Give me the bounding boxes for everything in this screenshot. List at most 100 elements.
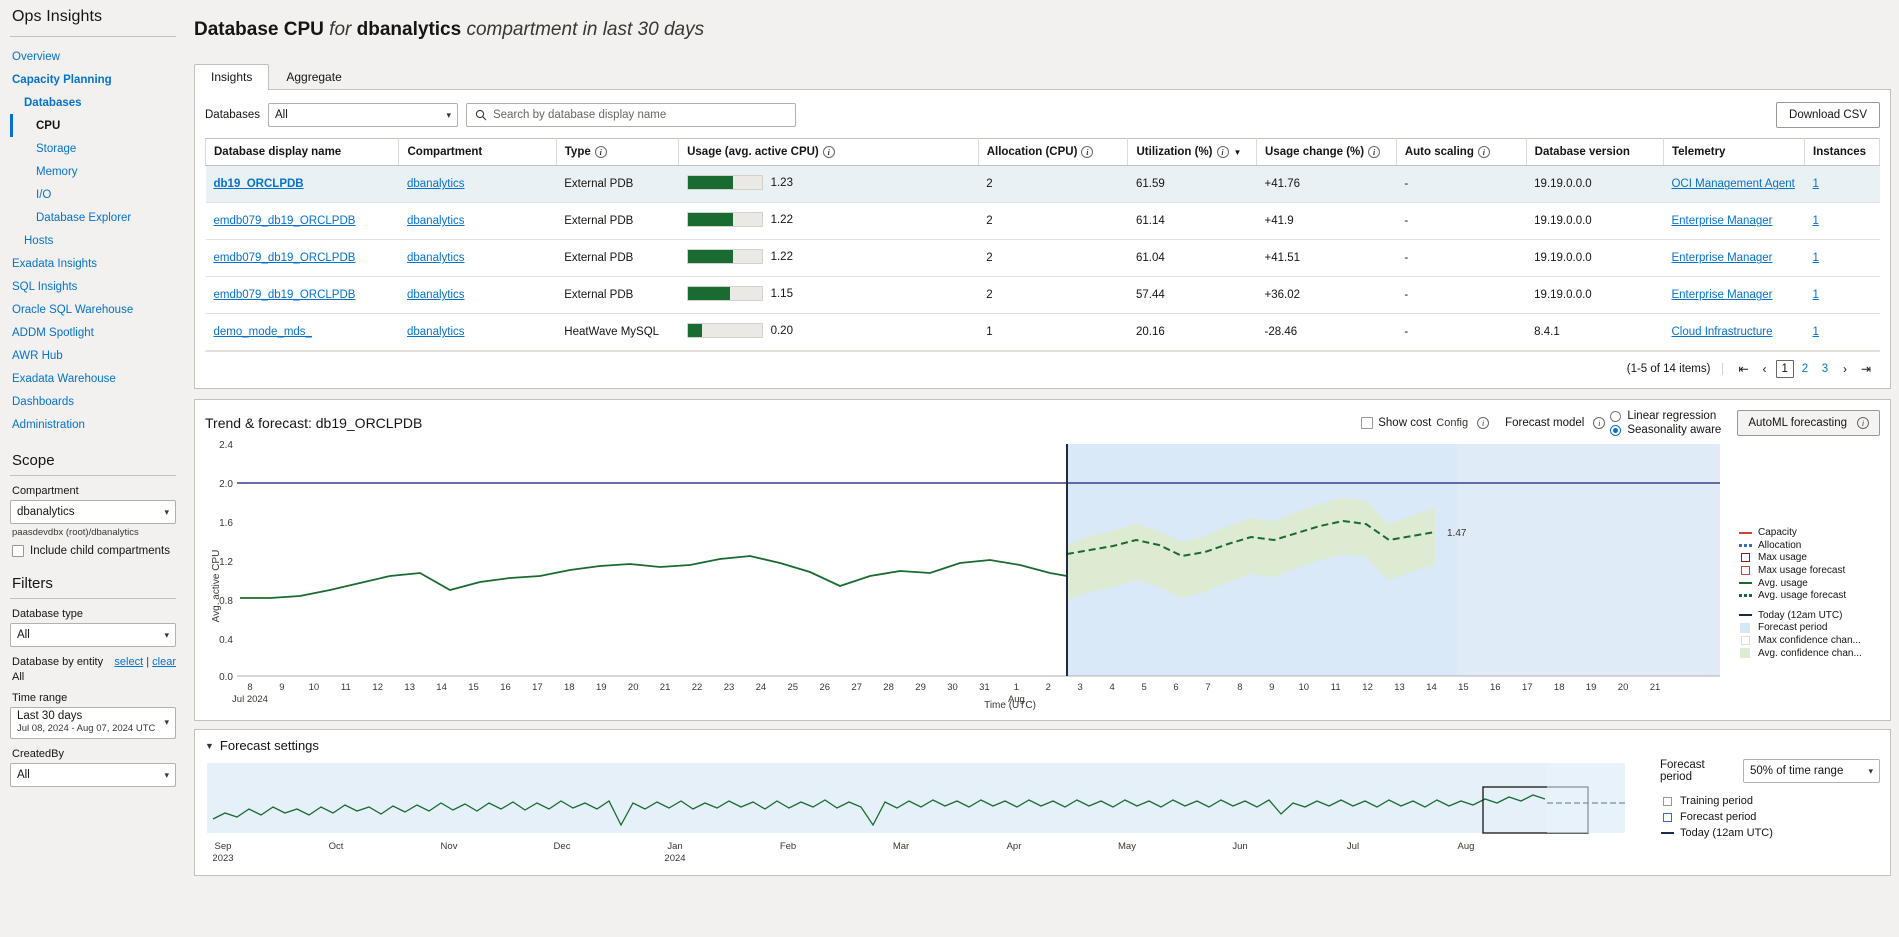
instances-link[interactable]: 1 [1813,289,1819,301]
automl-forecasting-button[interactable]: AutoML forecasting i [1737,410,1880,436]
tab-insights[interactable]: Insights [194,64,269,90]
database-name-link[interactable]: emdb079_db19_ORCLPDB [214,252,356,264]
sidebar-item-exadata-warehouse[interactable]: Exadata Warehouse [10,367,176,390]
legend-item[interactable]: Forecast period [1660,809,1880,825]
sidebar-item-sql-insights[interactable]: SQL Insights [10,275,176,298]
collapse-triangle-icon[interactable]: ▼ [205,741,214,751]
column-header-database-display-name[interactable]: Database display name [206,139,399,166]
table-row[interactable]: emdb079_db19_ORCLPDBdbanalyticsExternal … [206,277,1880,314]
legend-item[interactable]: Training period [1660,793,1880,809]
database-name-link[interactable]: emdb079_db19_ORCLPDB [214,289,356,301]
column-header-type[interactable]: Typei [556,139,678,166]
column-header-usage-avg-active-cpu-[interactable]: Usage (avg. active CPU)i [679,139,979,166]
pagination-prev[interactable]: ‹ [1756,360,1774,378]
column-header-usage-change-[interactable]: Usage change (%)i [1257,139,1397,166]
telemetry-link[interactable]: OCI Management Agent [1671,178,1794,190]
compartment-link[interactable]: dbanalytics [407,252,465,264]
column-header-compartment[interactable]: Compartment [399,139,556,166]
telemetry-link[interactable]: Cloud Infrastructure [1671,326,1772,338]
database-name-link[interactable]: demo_mode_mds_ [214,326,312,338]
sidebar-item-administration[interactable]: Administration [10,413,176,436]
sidebar-item-capacity-planning[interactable]: Capacity Planning [10,68,176,91]
column-header-database-version[interactable]: Database version [1526,139,1663,166]
sidebar-item-cpu[interactable]: CPU [10,114,176,137]
column-header-telemetry[interactable]: Telemetry [1663,139,1804,166]
legend-item[interactable]: Today (12am UTC) [1660,825,1880,841]
legend-item[interactable]: Max confidence chan... [1738,634,1880,647]
sidebar-item-hosts[interactable]: Hosts [10,229,176,252]
pagination-page-1[interactable]: 1 [1776,360,1794,378]
legend-item[interactable]: Avg. usage forecast [1738,589,1880,602]
instances-link[interactable]: 1 [1813,252,1819,264]
pagination-page-2[interactable]: 2 [1796,360,1814,378]
pagination-next[interactable]: › [1836,360,1854,378]
column-header-allocation-cpu-[interactable]: Allocation (CPU)i [978,139,1128,166]
sidebar-item-awr-hub[interactable]: AWR Hub [10,344,176,367]
forecast-period-select[interactable]: 50% of time range ▾ [1743,759,1880,783]
compartment-link[interactable]: dbanalytics [407,178,465,190]
telemetry-link[interactable]: Enterprise Manager [1671,252,1772,264]
created-by-select[interactable]: All ▾ [10,763,176,787]
legend-item[interactable]: Today (12am UTC) [1738,609,1880,622]
info-icon[interactable]: i [1857,417,1869,429]
sidebar-item-storage[interactable]: Storage [10,137,176,160]
table-row[interactable]: demo_mode_mds_dbanalyticsHeatWave MySQL0… [206,314,1880,351]
sidebar-item-overview[interactable]: Overview [10,45,176,68]
database-name-link[interactable]: emdb079_db19_ORCLPDB [214,215,356,227]
telemetry-link[interactable]: Enterprise Manager [1671,289,1772,301]
sidebar-item-memory[interactable]: Memory [10,160,176,183]
legend-item[interactable]: Max usage [1738,552,1880,565]
compartment-select[interactable]: dbanalytics ▾ [10,500,176,524]
telemetry-link[interactable]: Enterprise Manager [1671,215,1772,227]
compartment-link[interactable]: dbanalytics [407,215,465,227]
sidebar-item-databases[interactable]: Databases [10,91,176,114]
legend-item[interactable]: Avg. usage [1738,577,1880,590]
info-icon[interactable]: i [595,146,607,158]
legend-item[interactable]: Capacity [1738,526,1880,539]
legend-item[interactable]: Avg. confidence chan... [1738,647,1880,660]
show-cost-checkbox[interactable]: Show cost Config i [1361,417,1489,429]
table-row[interactable]: db19_ORCLPDBdbanalyticsExternal PDB1.232… [206,166,1880,203]
compartment-link[interactable]: dbanalytics [407,326,465,338]
pagination-last[interactable]: ⇥ [1856,360,1876,378]
pagination-first[interactable]: ⇤ [1733,360,1753,378]
sidebar-item-exadata-insights[interactable]: Exadata Insights [10,252,176,275]
database-name-link[interactable]: db19_ORCLPDB [214,178,304,190]
legend-item[interactable]: Max usage forecast [1738,564,1880,577]
sidebar-item-i-o[interactable]: I/O [10,183,176,206]
table-row[interactable]: emdb079_db19_ORCLPDBdbanalyticsExternal … [206,203,1880,240]
legend-item[interactable]: Forecast period [1738,622,1880,635]
sidebar-item-oracle-sql-warehouse[interactable]: Oracle SQL Warehouse [10,298,176,321]
info-icon[interactable]: i [1478,146,1490,158]
column-header-auto-scaling[interactable]: Auto scalingi [1396,139,1526,166]
info-icon[interactable]: i [823,146,835,158]
column-header-instances[interactable]: Instances [1805,139,1880,166]
radio-linear-regression[interactable]: Linear regression [1610,410,1721,422]
info-icon[interactable]: i [1081,146,1093,158]
forecast-settings-header[interactable]: ▼ Forecast settings [205,738,1880,753]
instances-link[interactable]: 1 [1813,326,1819,338]
instances-link[interactable]: 1 [1813,215,1819,227]
time-range-select[interactable]: Last 30 days Jul 08, 2024 - Aug 07, 2024… [10,707,176,739]
pagination-page-3[interactable]: 3 [1816,360,1834,378]
databases-filter-select[interactable]: All ▾ [268,103,458,127]
info-icon[interactable]: i [1368,146,1380,158]
instances-link[interactable]: 1 [1813,178,1819,190]
compartment-link[interactable]: dbanalytics [407,289,465,301]
include-child-compartments-checkbox[interactable]: Include child compartments [12,545,176,557]
entity-select-link[interactable]: select [114,656,143,668]
radio-seasonality-aware[interactable]: Seasonality aware [1610,424,1721,436]
search-input[interactable]: Search by database display name [466,103,796,127]
sort-descending-icon[interactable]: ▼ [1234,148,1242,157]
table-row[interactable]: emdb079_db19_ORCLPDBdbanalyticsExternal … [206,240,1880,277]
info-icon[interactable]: i [1477,417,1489,429]
info-icon[interactable]: i [1217,146,1229,158]
info-icon[interactable]: i [1593,417,1605,429]
tab-aggregate[interactable]: Aggregate [269,64,358,90]
sidebar-item-addm-spotlight[interactable]: ADDM Spotlight [10,321,176,344]
sidebar-item-dashboards[interactable]: Dashboards [10,390,176,413]
download-csv-button[interactable]: Download CSV [1776,102,1880,128]
column-header-utilization-[interactable]: Utilization (%)i▼ [1128,139,1257,166]
entity-clear-link[interactable]: clear [152,656,176,668]
sidebar-item-database-explorer[interactable]: Database Explorer [10,206,176,229]
